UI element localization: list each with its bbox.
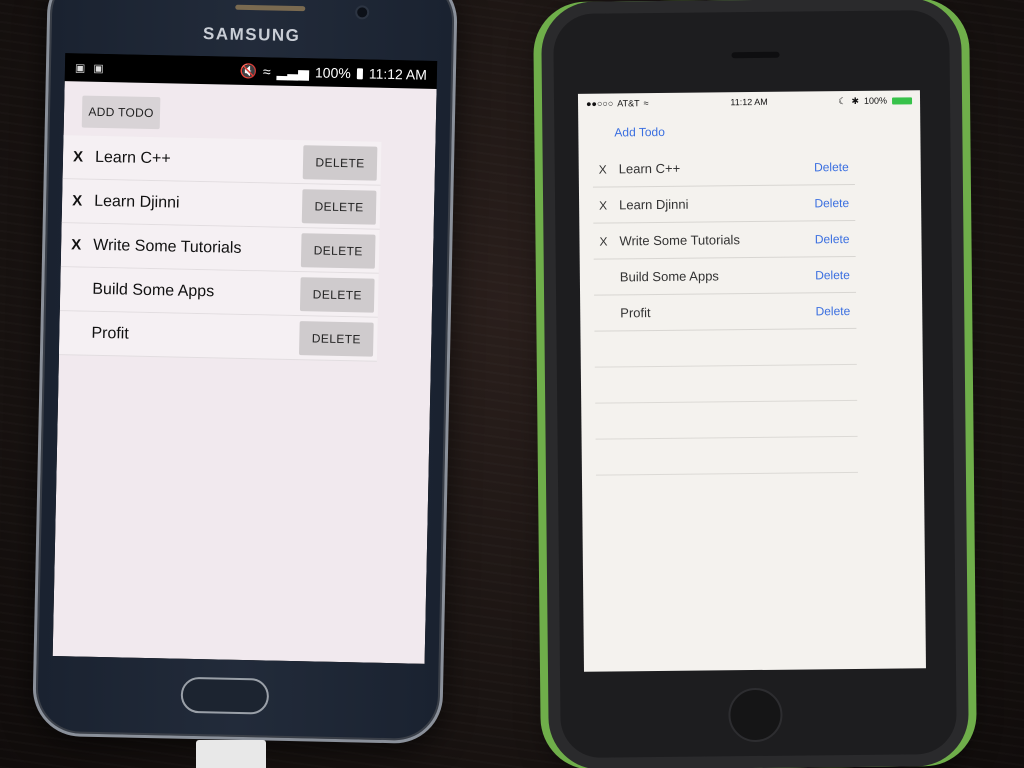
wifi-icon: ≈ bbox=[262, 63, 271, 80]
todo-title: Build Some Apps bbox=[92, 280, 215, 300]
signal-icon: ▂▃▅ bbox=[276, 63, 310, 80]
todo-list: X Learn C++ Delete X Learn Djinni Delete… bbox=[592, 148, 857, 332]
battery-percent: 100% bbox=[314, 64, 351, 82]
status-time: 11:12 AM bbox=[730, 96, 768, 108]
todo-row[interactable]: X Learn C++ DELETE bbox=[62, 135, 382, 186]
completed-mark[interactable]: X bbox=[72, 192, 94, 209]
home-button[interactable] bbox=[180, 676, 270, 715]
empty-row bbox=[594, 328, 857, 368]
todo-row[interactable]: Profit Delete bbox=[594, 292, 857, 332]
delete-button[interactable]: DELETE bbox=[300, 232, 376, 269]
completed-mark[interactable]: X bbox=[599, 234, 619, 248]
todo-row[interactable]: X Write Some Tutorials Delete bbox=[593, 220, 856, 260]
empty-row bbox=[594, 364, 858, 404]
android-todo-app: ADD TODO X Learn C++ DELETE X Learn Djin… bbox=[52, 81, 437, 664]
delete-button[interactable]: DELETE bbox=[302, 144, 378, 181]
todo-title: Learn C++ bbox=[94, 148, 171, 167]
todo-title: Build Some Apps bbox=[619, 268, 719, 285]
notification-icon: ▣ bbox=[93, 62, 104, 75]
ios-screen: ●●○○○ AT&T ≈ 11:12 AM ☾ ✱ 100% Add Todo … bbox=[577, 90, 926, 672]
todo-title: Write Some Tutorials bbox=[93, 236, 242, 257]
todo-title: Profit bbox=[91, 324, 129, 343]
notification-icon: ▣ bbox=[74, 61, 86, 75]
ios-status-bar: ●●○○○ AT&T ≈ 11:12 AM ☾ ✱ 100% bbox=[578, 90, 920, 114]
delete-button[interactable]: Delete bbox=[815, 303, 856, 317]
delete-button[interactable]: Delete bbox=[814, 159, 855, 174]
todo-row[interactable]: X Learn C++ Delete bbox=[592, 148, 855, 188]
mute-icon: 🔇 bbox=[239, 62, 258, 79]
todo-title: Learn C++ bbox=[618, 160, 681, 177]
ios-phone: ●●○○○ AT&T ≈ 11:12 AM ☾ ✱ 100% Add Todo … bbox=[540, 0, 970, 768]
delete-button[interactable]: Delete bbox=[814, 195, 855, 210]
todo-row[interactable]: X Write Some Tutorials DELETE bbox=[60, 223, 380, 274]
todo-row[interactable]: X Learn Djinni DELETE bbox=[61, 179, 381, 230]
delete-button[interactable]: DELETE bbox=[299, 320, 374, 357]
completed-mark[interactable]: X bbox=[73, 148, 95, 165]
delete-button[interactable]: Delete bbox=[815, 267, 856, 282]
todo-list: X Learn C++ DELETE X Learn Djinni DELETE… bbox=[58, 135, 382, 362]
home-button[interactable] bbox=[728, 687, 783, 743]
completed-mark[interactable]: X bbox=[599, 162, 619, 176]
todo-row[interactable]: Build Some Apps Delete bbox=[593, 256, 857, 296]
brand-logo: SAMSUNG bbox=[202, 24, 301, 46]
empty-row bbox=[595, 400, 858, 440]
todo-row[interactable]: Build Some Apps DELETE bbox=[59, 267, 379, 318]
add-todo-button[interactable]: Add Todo bbox=[614, 122, 920, 140]
todo-title: Learn Djinni bbox=[619, 196, 689, 213]
todo-title: Learn Djinni bbox=[94, 192, 180, 212]
battery-icon bbox=[356, 67, 363, 79]
completed-mark[interactable]: X bbox=[71, 236, 93, 253]
delete-button[interactable]: Delete bbox=[815, 231, 856, 246]
usb-cable bbox=[196, 740, 266, 768]
todo-row[interactable]: X Learn Djinni Delete bbox=[592, 184, 856, 224]
completed-mark[interactable]: X bbox=[599, 198, 619, 212]
todo-row[interactable]: Profit DELETE bbox=[58, 311, 378, 362]
status-time: 11:12 AM bbox=[368, 65, 428, 83]
android-phone: SAMSUNG ▣ ▣ 🔇 ≈ ▂▃▅ 100% 11:12 AM ADD TO… bbox=[31, 0, 459, 745]
delete-button[interactable]: DELETE bbox=[301, 188, 377, 225]
empty-row bbox=[595, 436, 858, 476]
android-screen: ▣ ▣ 🔇 ≈ ▂▃▅ 100% 11:12 AM ADD TODO X Lea… bbox=[52, 53, 438, 664]
todo-title: Write Some Tutorials bbox=[619, 232, 740, 249]
todo-title: Profit bbox=[620, 305, 651, 321]
front-camera bbox=[355, 5, 370, 20]
earpiece-speaker bbox=[731, 51, 780, 59]
earpiece-speaker bbox=[235, 4, 306, 12]
delete-button[interactable]: DELETE bbox=[299, 276, 375, 313]
add-todo-button[interactable]: ADD TODO bbox=[81, 95, 161, 130]
